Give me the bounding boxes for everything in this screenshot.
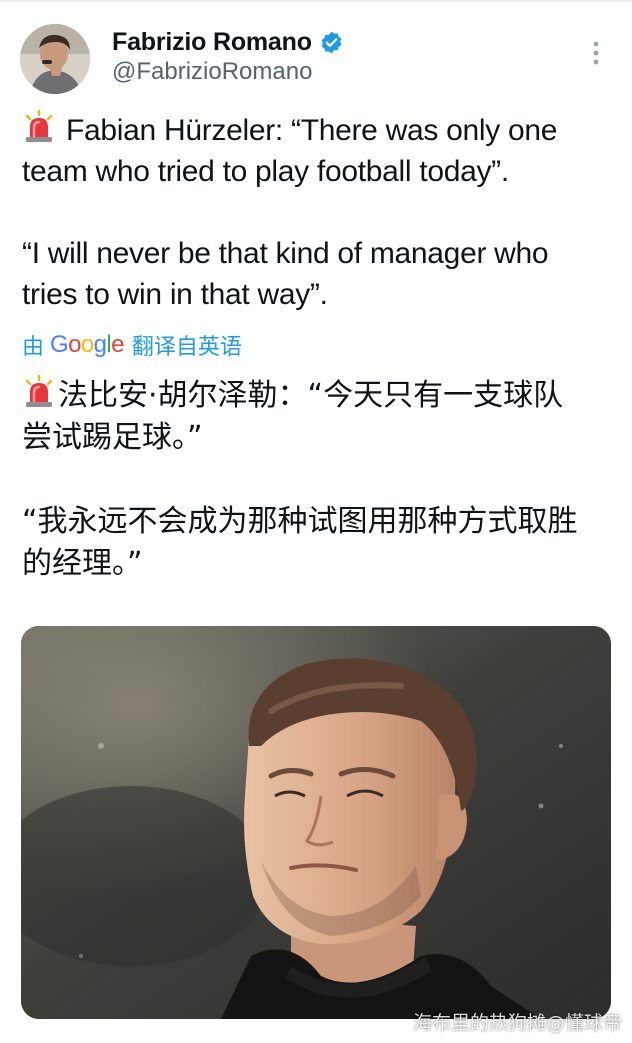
top-divider: [0, 0, 632, 2]
author-name-row[interactable]: Fabrizio Romano: [112, 26, 344, 58]
author-handle[interactable]: @FabrizioRomano: [112, 58, 312, 86]
translated-line-3: “我永远不会成为那种试图用那种方式取胜: [22, 504, 578, 539]
siren-icon: [22, 109, 56, 144]
translated-text: 法比安·胡尔泽勒：“今天只有一支球队 尝试踢足球。” “我永远不会成为那种试图用…: [22, 374, 618, 585]
tweet-line-1-text: Fabian Hürzeler: “There was only one: [66, 114, 558, 147]
verified-badge-icon: [319, 30, 344, 55]
author-display-name[interactable]: Fabrizio Romano: [112, 28, 312, 57]
tweet-line-4: tries to win in that way”.: [22, 278, 328, 311]
more-options-icon[interactable]: [584, 36, 608, 70]
avatar[interactable]: [20, 24, 90, 94]
tweet-screen: Fabrizio Romano @FabrizioRomano Fabian H: [0, 0, 632, 1043]
translation-attribution[interactable]: 由 Google 翻译自英语: [22, 328, 242, 362]
tweet-text: Fabian Hürzeler: “There was only one tea…: [22, 109, 618, 315]
avatar-image: [20, 24, 90, 94]
translation-suffix: 翻译自英语: [131, 334, 242, 359]
google-logo: Google: [50, 331, 124, 358]
translated-line-2: 尝试踢足球。”: [22, 420, 203, 455]
photo-image: [21, 626, 611, 1019]
tweet-photo[interactable]: [21, 626, 611, 1019]
watermark: 海布里的热狗摊@懂球帝: [412, 1012, 622, 1034]
translated-line-1: 法比安·胡尔泽勒：“今天只有一支球队: [22, 374, 618, 417]
tweet-line-2: team who tried to play football today”.: [22, 155, 509, 188]
translation-prefix: 由: [22, 334, 45, 359]
tweet-line-1: Fabian Hürzeler: “There was only one: [22, 109, 618, 151]
tweet-line-3: “I will never be that kind of manager wh…: [22, 237, 549, 270]
translated-line-1-text: 法比安·胡尔泽勒：“今天只有一支球队: [58, 378, 564, 413]
translated-line-4: 的经理。”: [22, 546, 143, 581]
siren-icon-translated: [22, 374, 56, 409]
